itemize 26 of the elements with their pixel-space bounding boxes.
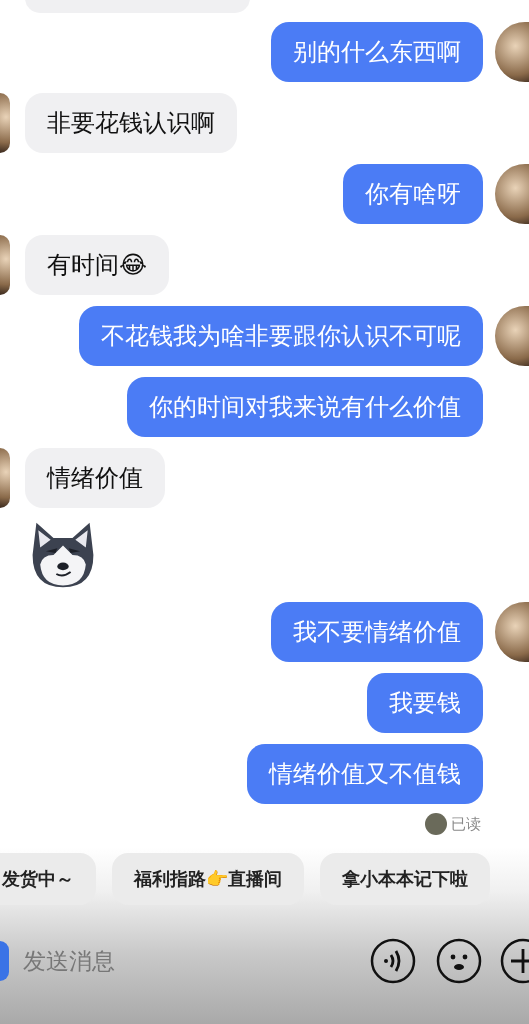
message-bubble: 有时间😂 xyxy=(25,235,170,295)
avatar xyxy=(425,813,447,835)
avatar[interactable] xyxy=(0,448,10,508)
message-bubble: 我要钱 xyxy=(367,673,483,733)
message-bubble: 非要花钱认识啊 xyxy=(25,93,237,153)
message-bubble: 情绪价值又不值钱 xyxy=(247,744,483,804)
message-bubble: 你有啥呀 xyxy=(343,164,483,224)
message-bubble: 情绪价值 xyxy=(25,448,165,508)
voice-icon[interactable] xyxy=(370,938,416,984)
avatar[interactable] xyxy=(0,235,10,295)
message-input[interactable]: 发送消息 xyxy=(21,947,350,975)
plus-icon[interactable] xyxy=(500,938,529,984)
avatar[interactable] xyxy=(0,93,10,153)
quick-reply-chip[interactable]: 福利指路👉直播间 xyxy=(112,853,304,905)
read-status: 已读 xyxy=(451,814,481,834)
quick-reply-chip[interactable]: 发货中～ xyxy=(0,853,96,905)
quick-reply-chip[interactable]: 拿小本本记下啦 xyxy=(320,853,490,905)
message-bubble: 别的什么东西啊 xyxy=(271,22,483,82)
message-bubble: 不花钱我为啥非要跟你认识不可呢 xyxy=(79,306,483,366)
emoji-icon[interactable] xyxy=(436,938,482,984)
avatar[interactable] xyxy=(495,602,529,662)
avatar[interactable] xyxy=(495,164,529,224)
avatar[interactable] xyxy=(495,22,529,82)
message-bubble: 我不要情绪价值 xyxy=(271,602,483,662)
message-bubble: 你的时间对我来说有什么价值 xyxy=(127,377,483,437)
avatar[interactable] xyxy=(495,306,529,366)
